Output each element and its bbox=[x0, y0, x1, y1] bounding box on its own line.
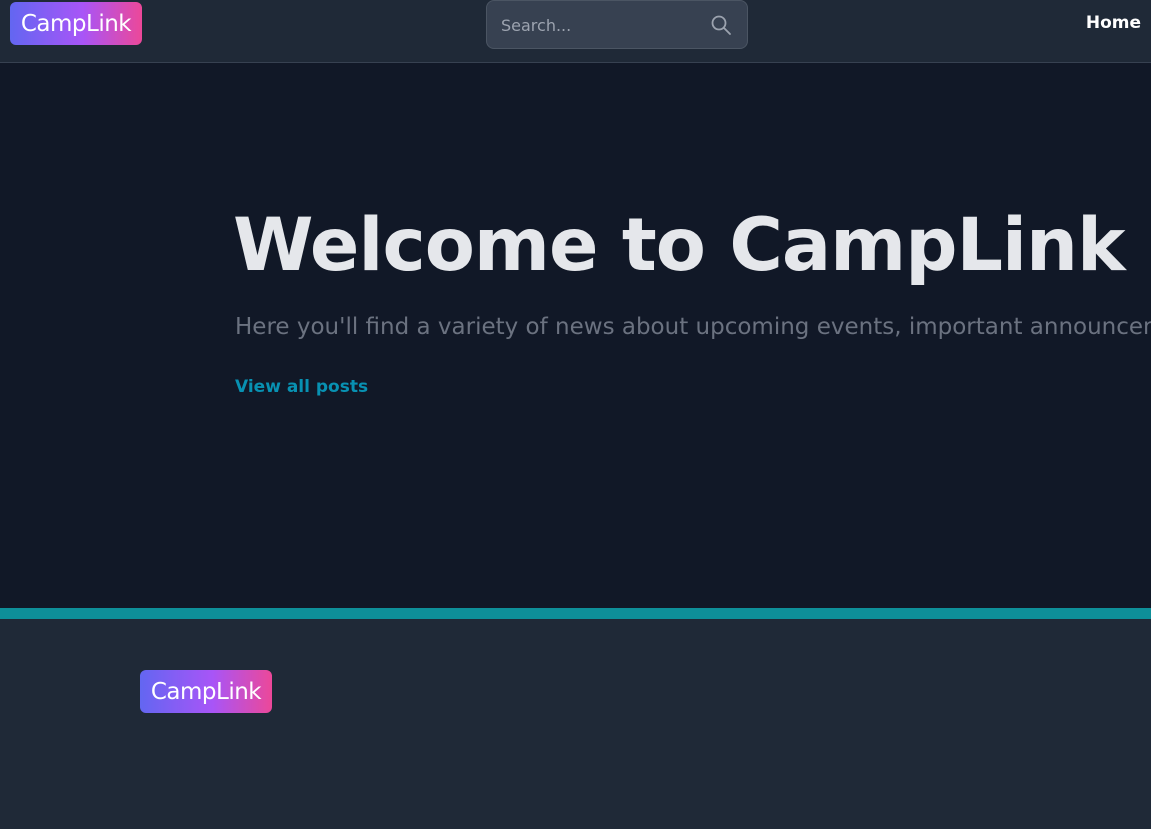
view-all-posts-link[interactable]: View all posts bbox=[235, 377, 368, 397]
search-input[interactable] bbox=[499, 1, 703, 50]
header-logo[interactable]: CampLink bbox=[10, 2, 142, 45]
hero-title: Welcome to CampLink bbox=[233, 203, 1126, 288]
site-header: CampLink Home bbox=[0, 0, 1151, 63]
nav-home-link[interactable]: Home bbox=[1086, 13, 1141, 33]
hero-section: Welcome to CampLink Here you'll find a v… bbox=[0, 63, 1151, 608]
site-footer: CampLink bbox=[0, 619, 1151, 829]
search-bar bbox=[486, 0, 748, 50]
hero-subtitle: Here you'll find a variety of news about… bbox=[235, 314, 1151, 340]
footer-logo[interactable]: CampLink bbox=[140, 670, 272, 713]
search-icon[interactable] bbox=[709, 13, 733, 37]
accent-divider bbox=[0, 608, 1151, 619]
